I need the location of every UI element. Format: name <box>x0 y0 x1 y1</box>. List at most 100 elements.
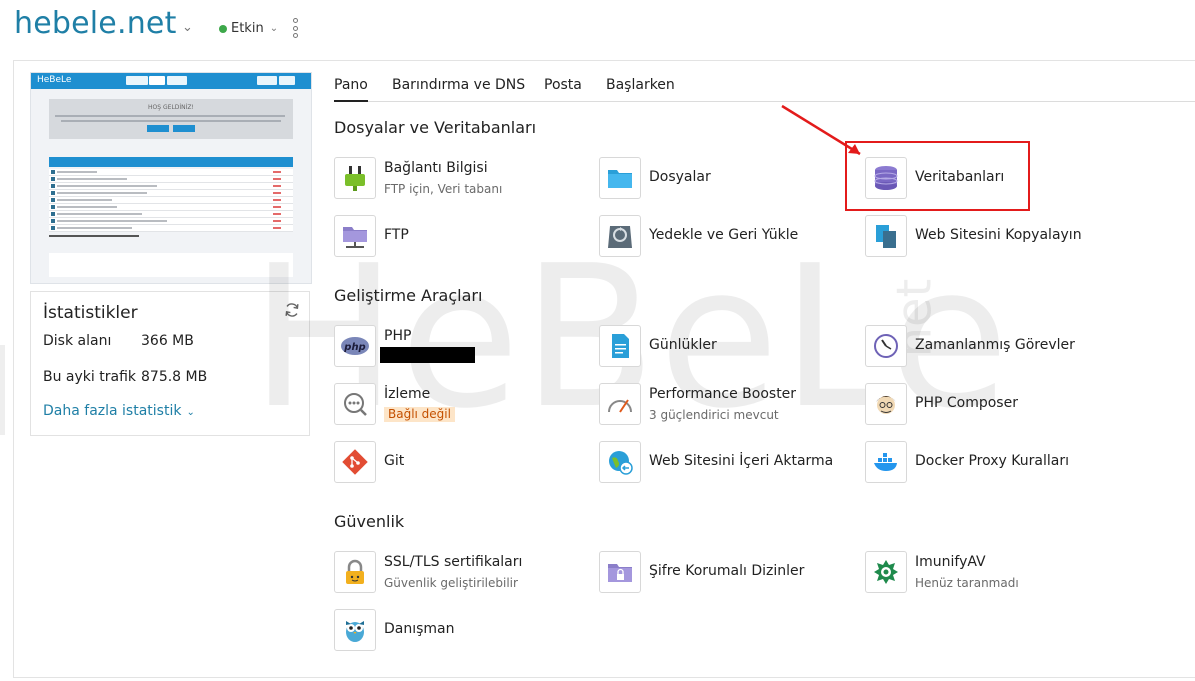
preview-row <box>49 211 293 218</box>
logs-icon <box>599 325 641 367</box>
tile-connection-info[interactable]: Bağlantı Bilgisi FTP için, Veri tabanı <box>334 157 574 201</box>
status-badge: Bağlı değil <box>384 407 455 422</box>
traffic-value: 875.8 MB <box>141 369 208 385</box>
svg-text:php: php <box>343 342 365 353</box>
traffic-label: Bu ayki trafik <box>43 369 136 385</box>
tile-label: Git <box>384 453 405 469</box>
preview-tab <box>257 76 277 85</box>
tile-ssl-tls[interactable]: SSL/TLS sertifikaları Güvenlik geliştiri… <box>334 551 574 595</box>
backup-icon <box>599 215 641 257</box>
section-title-files: Dosyalar ve Veritabanları <box>334 118 537 137</box>
disk-space-value: 366 MB <box>141 333 194 349</box>
preview-footer <box>49 253 293 277</box>
preview-banner: HOŞ GELDİNİZ! <box>49 99 293 139</box>
tile-imunifyav[interactable]: ImunifyAV Henüz taranmadı <box>865 551 1105 595</box>
tile-label: Web Sitesini İçeri Aktarma <box>649 453 834 469</box>
tab-bar: Pano Barındırma ve DNS Posta Başlarken <box>334 77 1195 102</box>
preview-button <box>173 125 195 132</box>
tile-monitoring[interactable]: İzleme Bağlı değil <box>334 383 574 427</box>
imunify-icon <box>865 551 907 593</box>
preview-row <box>49 169 293 176</box>
locked-folder-icon <box>599 551 641 593</box>
top-bar: hebele.net ⌄ Etkin ⌄ <box>0 0 1195 58</box>
tile-git[interactable]: Git <box>334 441 574 485</box>
tile-label: İzleme <box>384 386 431 402</box>
tile-subtitle: 3 güçlendirici mevcut <box>649 408 779 422</box>
tile-password-protected-dirs[interactable]: Şifre Korumalı Dizinler <box>599 551 839 595</box>
gauge-icon <box>599 383 641 425</box>
php-icon: php <box>334 325 376 367</box>
tile-label: SSL/TLS sertifikaları <box>384 554 523 570</box>
tile-label: PHP Composer <box>915 395 1018 411</box>
more-stats-link[interactable]: Daha fazla istatistik ⌄ <box>43 403 195 419</box>
tab-mail[interactable]: Posta <box>544 77 582 100</box>
tile-copy-website[interactable]: Web Sitesini Kopyalayın <box>865 215 1105 259</box>
status-dot-icon <box>219 24 227 33</box>
tile-label: PHP <box>384 328 412 344</box>
preview-row <box>49 197 293 204</box>
preview-text-line <box>61 120 281 122</box>
status-indicator[interactable]: Etkin ⌄ <box>219 21 278 36</box>
annotation-arrow-icon <box>781 104 861 156</box>
tile-label: Günlükler <box>649 337 717 353</box>
tile-label: Docker Proxy Kuralları <box>915 453 1069 469</box>
tile-label: Web Sitesini Kopyalayın <box>915 227 1082 243</box>
preview-row <box>49 225 293 232</box>
preview-button <box>147 125 169 132</box>
tile-import-website[interactable]: Web Sitesini İçeri Aktarma <box>599 441 839 485</box>
docker-icon <box>865 441 907 483</box>
preview-text-line <box>55 115 285 117</box>
tab-getting-started[interactable]: Başlarken <box>606 77 675 100</box>
tile-scheduled-tasks[interactable]: Zamanlanmış Görevler <box>865 325 1105 369</box>
tile-performance-booster[interactable]: Performance Booster 3 güçlendirici mevcu… <box>599 383 839 427</box>
redacted-block <box>380 347 475 363</box>
folder-icon <box>599 157 641 199</box>
side-edge <box>0 345 5 435</box>
tile-logs[interactable]: Günlükler <box>599 325 839 369</box>
website-preview-thumbnail[interactable]: HeBeLe HOŞ GELDİNİZ! <box>30 72 312 284</box>
tile-ftp[interactable]: FTP <box>334 215 574 259</box>
chevron-down-icon[interactable]: ⌄ <box>182 20 193 35</box>
tile-label: Şifre Korumalı Dizinler <box>649 563 805 579</box>
section-title-dev: Geliştirme Araçları <box>334 286 483 305</box>
tile-label: Danışman <box>384 621 455 637</box>
preview-text-line <box>49 235 139 237</box>
tile-label: FTP <box>384 227 409 243</box>
stats-card: İstatistikler Disk alanı 366 MB Bu ayki … <box>30 291 310 436</box>
preview-logo: HeBeLe <box>37 75 72 85</box>
status-label: Etkin <box>231 21 264 36</box>
chevron-down-icon: ⌄ <box>186 407 195 418</box>
preview-tab <box>149 76 165 85</box>
tile-subtitle: Güvenlik geliştirilebilir <box>384 576 518 590</box>
preview-row <box>49 183 293 190</box>
tile-label: Performance Booster <box>649 386 797 402</box>
plug-icon <box>334 157 376 199</box>
preview-table-header <box>49 157 293 167</box>
tab-hosting-dns[interactable]: Barındırma ve DNS <box>392 77 525 100</box>
tile-label: Bağlantı Bilgisi <box>384 160 488 176</box>
preview-banner-title: HOŞ GELDİNİZ! <box>148 104 194 111</box>
git-icon <box>334 441 376 483</box>
preview-tab <box>167 76 187 85</box>
preview-row <box>49 204 293 211</box>
more-options-icon[interactable] <box>290 18 300 38</box>
tile-advisor[interactable]: Danışman <box>334 609 574 653</box>
refresh-icon[interactable] <box>283 301 301 319</box>
globe-import-icon <box>599 441 641 483</box>
disk-space-label: Disk alanı <box>43 333 112 349</box>
tile-docker-proxy-rules[interactable]: Docker Proxy Kuralları <box>865 441 1105 485</box>
clock-icon <box>865 325 907 367</box>
tab-pano[interactable]: Pano <box>334 77 368 102</box>
tile-backup-restore[interactable]: Yedekle ve Geri Yükle <box>599 215 839 259</box>
preview-tab <box>279 76 295 85</box>
preview-tab <box>126 76 148 85</box>
copy-icon <box>865 215 907 257</box>
tile-label: Zamanlanmış Görevler <box>915 337 1075 353</box>
preview-row <box>49 176 293 183</box>
chevron-down-icon: ⌄ <box>269 23 279 34</box>
section-title-security: Güvenlik <box>334 512 405 531</box>
tile-php-composer[interactable]: PHP Composer <box>865 383 1105 427</box>
site-title[interactable]: hebele.net <box>14 6 177 41</box>
owl-icon <box>334 609 376 651</box>
tile-label: Yedekle ve Geri Yükle <box>649 227 799 243</box>
